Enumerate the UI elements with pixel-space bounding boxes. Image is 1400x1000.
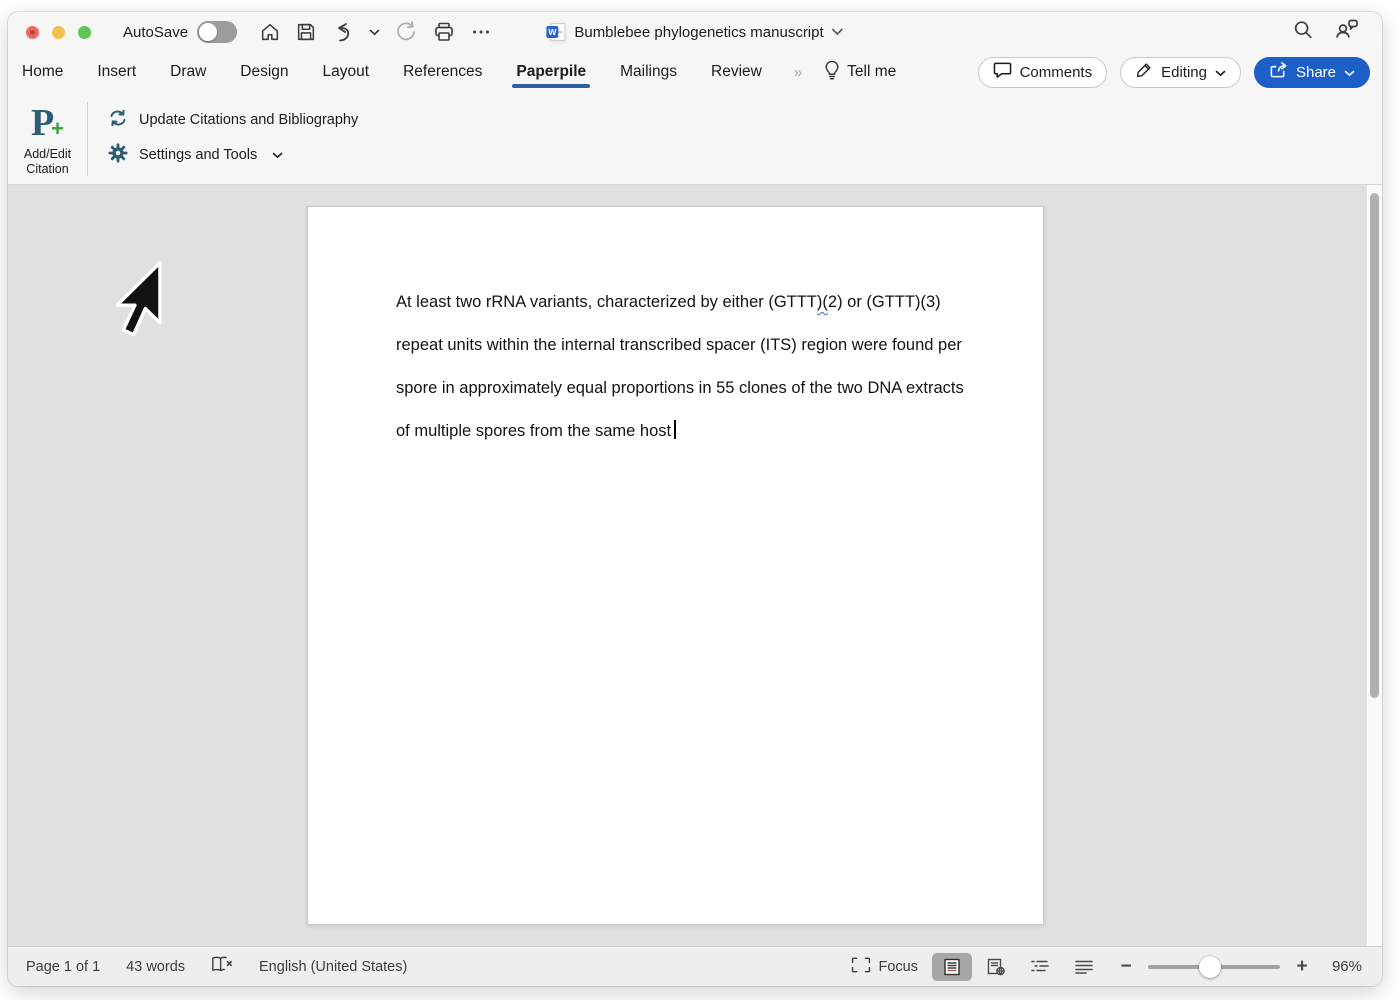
word-count[interactable]: 43 words [126,959,185,975]
lightbulb-icon [824,60,840,85]
proofing-errors-icon[interactable] [211,955,233,978]
sync-icon [108,108,128,132]
title-chevron-icon[interactable] [832,23,844,41]
home-icon[interactable] [259,21,281,43]
comment-bubble-icon [993,61,1012,83]
doc-line-3: spore in approximately equal proportions… [396,379,964,397]
vertical-scrollbar[interactable] [1366,185,1382,946]
focus-icon [851,957,871,977]
zoom-slider-thumb[interactable] [1199,955,1222,978]
settings-chevron-icon [272,147,283,163]
tab-paperpile[interactable]: Paperpile [512,54,591,90]
undo-icon[interactable] [331,20,355,44]
focus-button[interactable]: Focus [851,957,918,977]
doc-line-1: At least two rRNA variants, characterize… [396,293,941,311]
word-doc-icon: W [546,22,566,42]
paperpile-ribbon: P + Add/Edit Citation Update Citations an… [8,92,1382,185]
document-canvas: At least two rRNA variants, characterize… [8,185,1382,946]
tab-tell-me[interactable]: Tell me [822,51,898,94]
active-tab-underline [512,84,591,88]
more-options-icon[interactable] [470,21,492,43]
tab-layout[interactable]: Layout [321,54,372,90]
doc-line-4: of multiple spores from the same host [396,410,1043,453]
mouse-pointer-icon [113,261,165,342]
pencil-icon [1135,61,1153,83]
doc-line-2: repeat units within the internal transcr… [396,336,962,354]
outline-view-button[interactable] [1020,953,1060,981]
word-window: AutoSave W Bumblebee phylogenetics manus… [8,12,1382,986]
zoom-in-button[interactable]: + [1294,956,1310,978]
paperpile-logo-icon: P + [30,102,65,144]
redo-icon [394,20,418,44]
close-button[interactable] [26,25,39,39]
text-cursor [674,420,676,439]
zoom-out-button[interactable]: − [1118,956,1134,978]
tab-design[interactable]: Design [238,54,290,90]
update-citations-button[interactable]: Update Citations and Bibliography [108,108,358,132]
gear-icon [108,143,128,167]
comments-button[interactable]: Comments [977,56,1108,88]
tab-draw[interactable]: Draw [168,54,208,90]
ribbon-tabs: Home Insert Draw Design Layout Reference… [8,52,1382,92]
title-bar: AutoSave W Bumblebee phylogenetics manus… [8,12,1382,52]
status-bar: Page 1 of 1 43 words English (United Sta… [8,946,1382,986]
editing-chevron-icon [1215,64,1226,81]
share-icon [1269,61,1288,83]
add-edit-citation-button[interactable]: P + Add/Edit Citation [8,92,87,184]
print-icon[interactable] [432,20,456,44]
feedback-people-icon[interactable] [1334,18,1360,47]
autosave-label: AutoSave [123,23,189,41]
tab-review[interactable]: Review [709,54,764,90]
language-indicator[interactable]: English (United States) [259,959,407,975]
add-edit-label-line2: Citation [26,162,69,176]
document-page[interactable]: At least two rRNA variants, characterize… [307,206,1044,925]
page-count[interactable]: Page 1 of 1 [26,959,100,975]
autosave-toggle[interactable] [197,21,238,43]
tab-mailings[interactable]: Mailings [618,54,679,90]
undo-chevron-icon[interactable] [369,29,380,36]
zoom-percentage[interactable]: 96% [1324,958,1362,975]
zoom-slider[interactable] [1148,955,1280,978]
scrollbar-thumb[interactable] [1370,193,1379,698]
draft-view-button[interactable] [1064,953,1104,981]
settings-and-tools-button[interactable]: Settings and Tools [108,143,358,167]
tab-insert[interactable]: Insert [95,54,138,90]
share-chevron-icon [1344,64,1355,81]
print-layout-view-button[interactable] [932,952,972,981]
save-icon[interactable] [295,21,317,43]
web-layout-view-button[interactable] [976,953,1016,981]
minimize-button[interactable] [52,25,65,39]
add-edit-label-line1: Add/Edit [23,147,72,161]
grammar-squiggle: )( [816,293,828,311]
editing-mode-button[interactable]: Editing [1120,56,1241,88]
fullscreen-button[interactable] [78,25,91,39]
traffic-lights [26,25,91,39]
tab-overflow-icon[interactable]: » [794,64,802,81]
tab-home[interactable]: Home [20,54,65,90]
share-button[interactable]: Share [1253,56,1370,88]
document-text: At least two rRNA variants, characterize… [396,281,1043,453]
tab-references[interactable]: References [401,54,484,90]
search-icon[interactable] [1292,19,1314,46]
document-title[interactable]: Bumblebee phylogenetics manuscript [574,24,823,41]
